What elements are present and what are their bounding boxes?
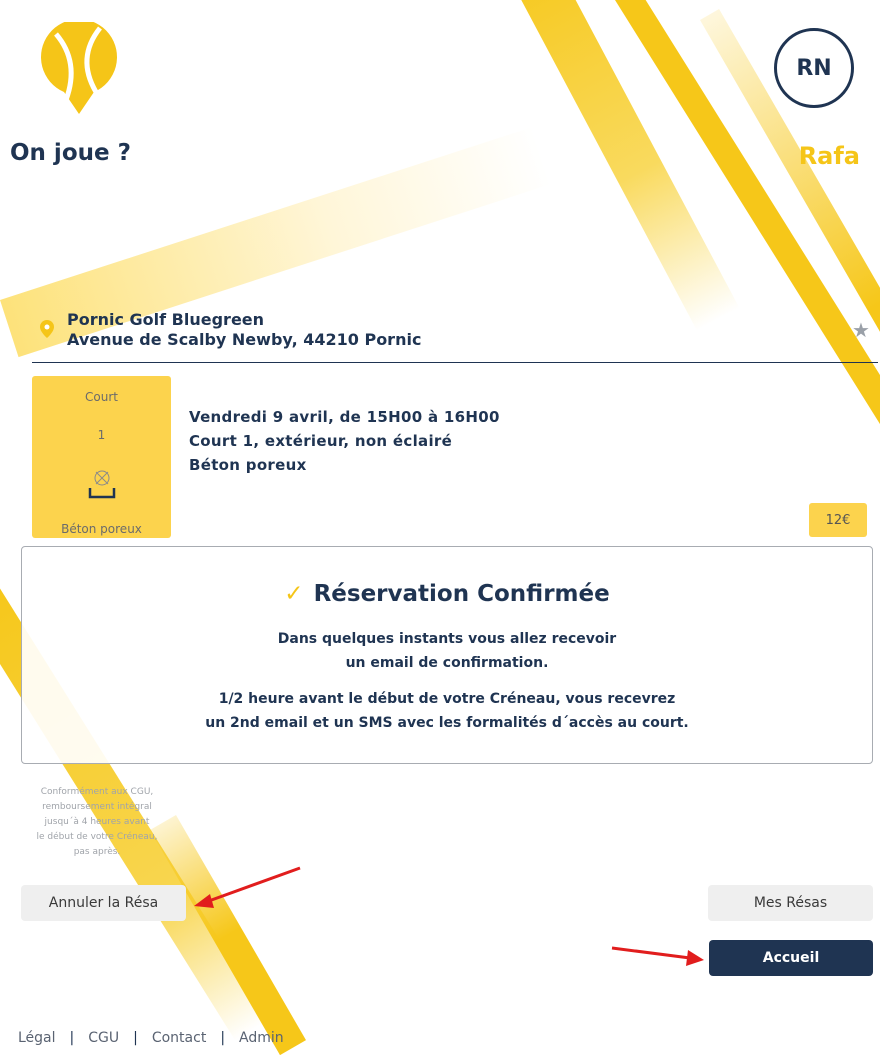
confirmation-message: Dans quelques instants vous allez recevo… [22, 627, 872, 675]
red-arrow-annotation [611, 946, 704, 966]
club-name: Pornic Golf Bluegreen [67, 310, 265, 329]
check-icon: ✓ [284, 581, 304, 607]
confirmation-reminder: 1/2 heure avant le début de votre Crénea… [22, 687, 872, 735]
star-icon[interactable]: ★ [852, 318, 870, 342]
court-card: Court 1 Béton poreux [32, 376, 171, 538]
club-address: Avenue de Scalby Newby, 44210 Pornic [67, 330, 422, 349]
footer-separator: | [220, 1030, 226, 1046]
confirmation-box: ✓ Réservation Confirmée Dans quelques ins… [21, 546, 873, 764]
court-label: Court [85, 390, 118, 404]
footer-link-admin[interactable]: Admin [239, 1030, 284, 1046]
confirmation-line: un 2nd email et un SMS avec les formalit… [205, 715, 689, 731]
red-arrow-annotation [194, 866, 301, 908]
court-number: 1 [97, 428, 106, 442]
footer-link-legal[interactable]: Légal [18, 1030, 56, 1046]
background-stripe [500, 0, 740, 331]
light-bulb-off-icon [88, 470, 116, 499]
confirmation-title-text: Réservation Confirmée [313, 581, 610, 607]
app-title: On joue ? [10, 140, 131, 166]
divider [32, 362, 878, 363]
confirmation-title: ✓ Réservation Confirmée [22, 581, 872, 607]
refund-line: pas après. [73, 847, 121, 857]
price-badge: 12€ [809, 503, 867, 537]
booking-details: Vendredi 9 avril, de 15H00 à 16H00 Court… [189, 405, 500, 477]
refund-line: remboursement intégral [42, 802, 152, 812]
footer-separator: | [69, 1030, 75, 1046]
refund-note: Conformément aux CGU, remboursement inté… [18, 785, 176, 860]
confirmation-line: Dans quelques instants vous allez recevo… [277, 631, 617, 647]
refund-line: le début de votre Créneau, [36, 832, 158, 842]
cancel-reservation-button[interactable]: Annuler la Résa [21, 885, 186, 921]
location-pin-icon [40, 320, 54, 338]
refund-line: Conformément aux CGU, [40, 787, 154, 797]
tennis-ball-pin-logo[interactable] [36, 22, 122, 116]
footer-link-cgu[interactable]: CGU [88, 1030, 119, 1046]
booking-surface: Béton poreux [189, 456, 307, 474]
footer-link-contact[interactable]: Contact [152, 1030, 206, 1046]
footer-separator: | [133, 1030, 138, 1046]
confirmation-line: un email de confirmation. [345, 655, 549, 671]
booking-date: Vendredi 9 avril, de 15H00 à 16H00 [189, 408, 500, 426]
user-name: Rafa [798, 142, 860, 170]
court-surface: Béton poreux [61, 522, 142, 536]
home-button[interactable]: Accueil [709, 940, 873, 976]
my-reservations-button[interactable]: Mes Résas [708, 885, 873, 921]
confirmation-line: 1/2 heure avant le début de votre Crénea… [218, 691, 676, 707]
refund-line: jusqu´à 4 heures avant [44, 817, 150, 827]
club-info: Pornic Golf Bluegreen Avenue de Scalby N… [67, 310, 421, 350]
avatar[interactable]: RN [774, 28, 854, 108]
booking-court: Court 1, extérieur, non éclairé [189, 432, 453, 450]
footer: Légal | CGU | Contact | Admin [18, 1030, 284, 1046]
